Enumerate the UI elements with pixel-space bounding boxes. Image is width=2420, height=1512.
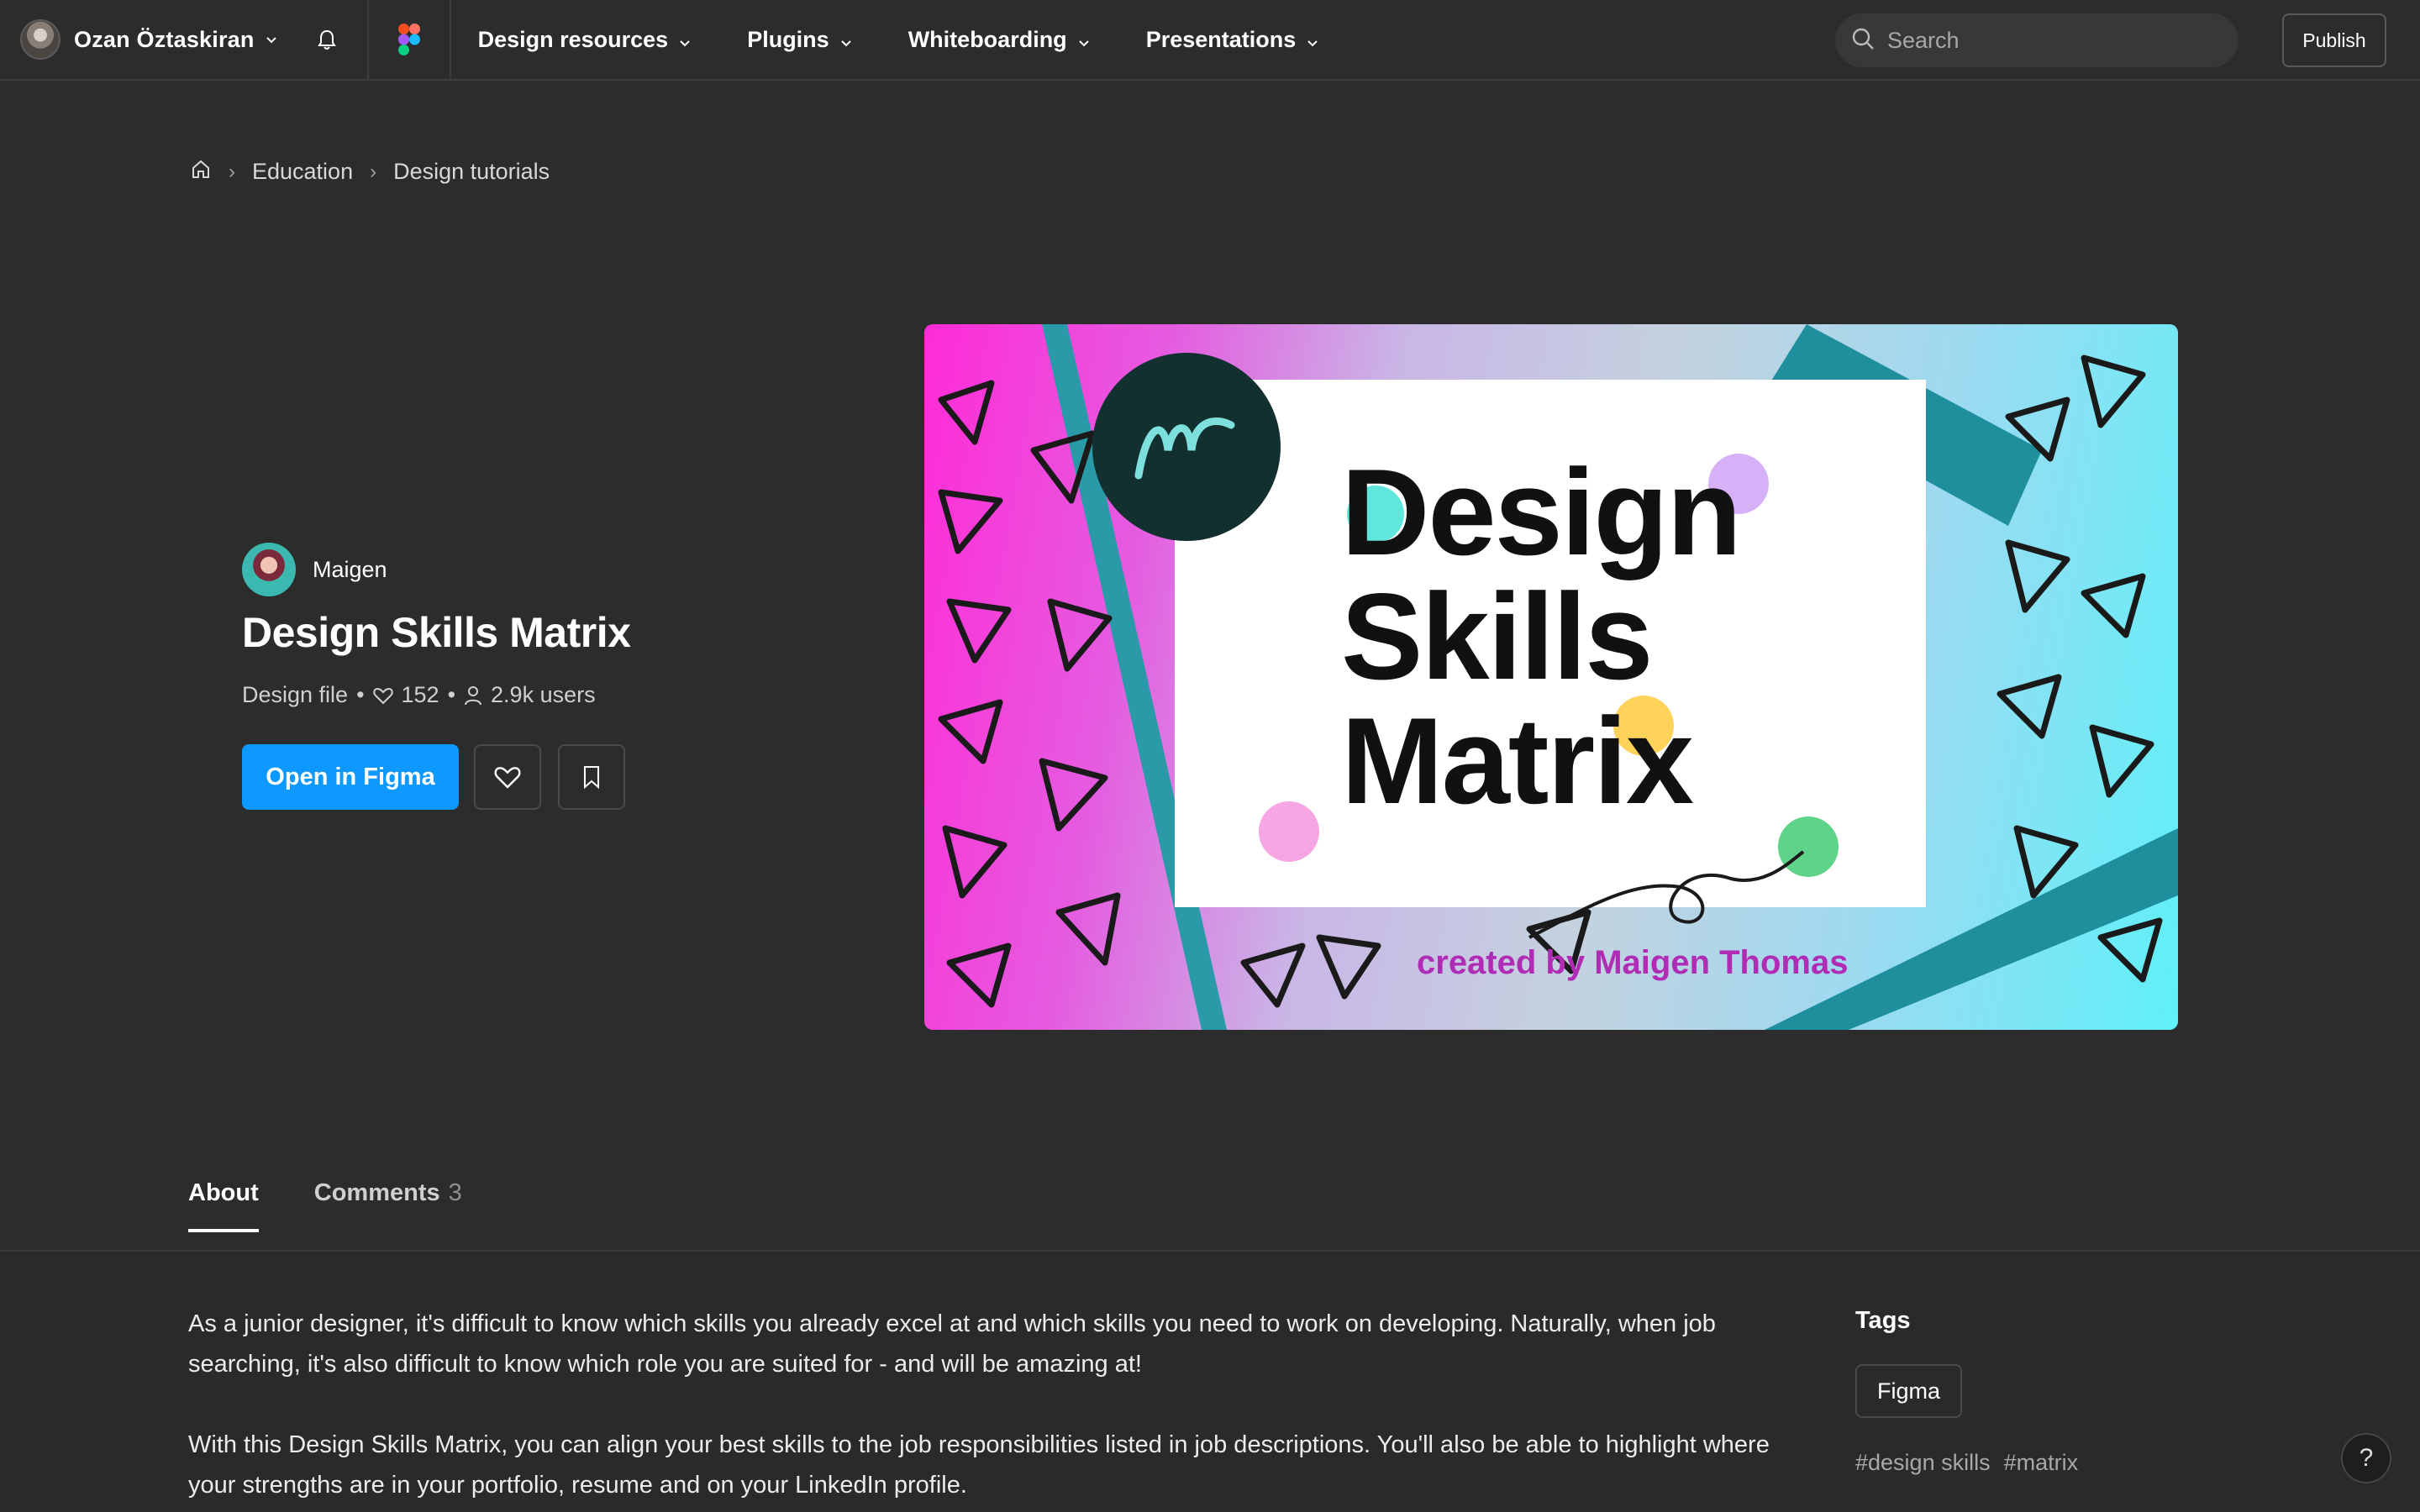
- user-avatar: [20, 19, 60, 60]
- thumbnail-title-line: Skills: [1341, 568, 1653, 705]
- resource-thumbnail[interactable]: Design Skills Matrix created by Maigen T…: [924, 324, 2178, 1030]
- tab-about[interactable]: About: [188, 1179, 259, 1232]
- nav-plugins[interactable]: Plugins: [747, 27, 855, 53]
- nav-label: Presentations: [1145, 26, 1297, 52]
- like-button[interactable]: [474, 744, 541, 810]
- hashtag-list: #design skills #matrix: [1855, 1450, 2091, 1476]
- breadcrumb-education[interactable]: Education: [252, 159, 353, 185]
- nav-presentations[interactable]: Presentations: [1146, 27, 1322, 53]
- about-paragraph: With this Design Skills Matrix, you can …: [188, 1431, 1770, 1499]
- thumbnail-title-line: Design: [1341, 444, 1742, 580]
- user-icon: [465, 685, 482, 705]
- nav-whiteboarding[interactable]: Whiteboarding: [908, 27, 1092, 53]
- bookmark-icon: [584, 766, 599, 790]
- home-icon[interactable]: [190, 158, 212, 186]
- resource-tabs: About Comments 3: [188, 1179, 518, 1232]
- resource-meta: Design file • 152 • 2.9k users: [242, 682, 596, 708]
- nav-label: Whiteboarding: [908, 26, 1067, 52]
- separator-dot: •: [447, 682, 456, 707]
- search-icon: [1850, 26, 1876, 55]
- about-description: As a junior designer, it's difficult to …: [188, 1304, 1785, 1512]
- thumbnail-title-line: Matrix: [1341, 692, 1694, 829]
- tags-heading: Tags: [1855, 1307, 1911, 1334]
- about-paragraph: As a junior designer, it's difficult to …: [188, 1310, 1716, 1378]
- figma-logo-icon[interactable]: [369, 0, 450, 80]
- hashtag-link[interactable]: #design skills: [1855, 1450, 1991, 1475]
- chevron-down-icon: [676, 31, 693, 48]
- search-placeholder: Search: [1887, 27, 1960, 53]
- top-navigation-bar: Ozan Öztaskiran Design resources Plugins…: [0, 0, 2420, 81]
- user-name: Ozan Öztaskiran: [74, 26, 255, 52]
- heart-icon: [372, 687, 393, 704]
- thumbnail-title: Design Skills Matrix: [1341, 444, 1742, 829]
- comments-count: 3: [448, 1179, 462, 1206]
- breadcrumb: › Education › Design tutorials: [190, 158, 550, 186]
- help-button[interactable]: ?: [2341, 1433, 2391, 1483]
- nav-label: Design resources: [477, 26, 669, 52]
- author-avatar: [242, 543, 296, 596]
- chevron-right-icon: ›: [370, 160, 377, 183]
- like-count: 152: [401, 682, 439, 707]
- open-in-figma-button[interactable]: Open in Figma: [242, 744, 459, 810]
- breadcrumb-design-tutorials[interactable]: Design tutorials: [393, 159, 550, 185]
- notifications-bell-icon[interactable]: [287, 0, 367, 80]
- search-input[interactable]: Search: [1835, 13, 2238, 67]
- tab-label: Comments: [313, 1179, 440, 1206]
- chevron-right-icon: ›: [229, 160, 235, 183]
- divider: [449, 0, 451, 80]
- chevron-down-icon: [263, 31, 280, 48]
- hashtag-link[interactable]: #matrix: [2004, 1450, 2079, 1475]
- chevron-down-icon: [838, 31, 855, 48]
- nav-label: Plugins: [747, 26, 829, 52]
- resource-type: Design file: [242, 682, 349, 707]
- user-menu[interactable]: Ozan Öztaskiran: [0, 0, 280, 80]
- user-count: 2.9k users: [491, 682, 596, 707]
- separator-dot: •: [356, 682, 365, 707]
- thumbnail-credit: created by Maigen Thomas: [1417, 944, 1849, 981]
- tab-comments[interactable]: Comments 3: [314, 1179, 462, 1232]
- main-nav: Design resources Plugins Whiteboarding P…: [478, 27, 1376, 53]
- chevron-down-icon: [1304, 31, 1321, 48]
- publish-button[interactable]: Publish: [2282, 13, 2386, 67]
- page-title: Design Skills Matrix: [242, 609, 631, 656]
- nav-design-resources[interactable]: Design resources: [478, 27, 694, 53]
- tag-chip-figma[interactable]: Figma: [1855, 1364, 1963, 1418]
- bookmark-button[interactable]: [558, 744, 625, 810]
- chevron-down-icon: [1076, 31, 1092, 48]
- tab-label: About: [188, 1179, 259, 1206]
- author-link[interactable]: Maigen: [242, 543, 387, 596]
- heart-icon: [494, 767, 521, 789]
- author-name: Maigen: [313, 556, 387, 582]
